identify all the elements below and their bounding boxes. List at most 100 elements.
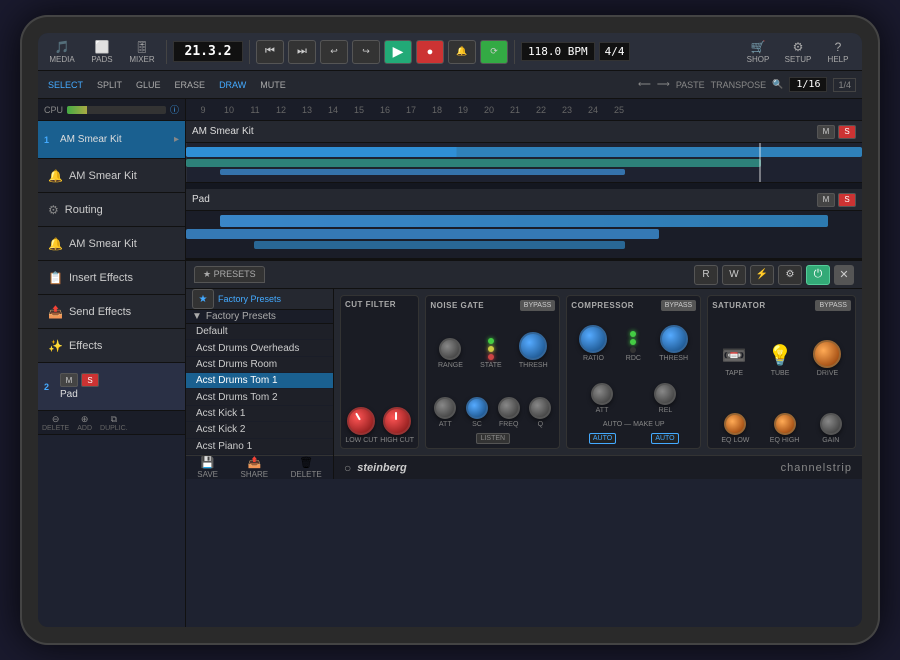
preset-room[interactable]: Acst Drums Room <box>186 357 333 373</box>
loop-button[interactable]: ⟳ <box>480 40 508 64</box>
sat-tape-group: 📼 TAPE <box>722 343 747 377</box>
preset-default[interactable]: Default <box>186 324 333 340</box>
comp-att-knob[interactable] <box>591 383 613 405</box>
plugin-power-button[interactable]: ⏻ <box>806 265 830 285</box>
glue-tool[interactable]: GLUE <box>132 78 165 92</box>
bpm-display[interactable]: 118.0 BPM <box>521 42 595 61</box>
preset-overheads[interactable]: Acst Drums Overheads <box>186 340 333 356</box>
help-button[interactable]: ? HELP <box>820 36 856 68</box>
track-item-2[interactable]: 2 M S Pad <box>38 363 185 411</box>
ng-thresh-knob[interactable] <box>519 332 547 360</box>
ng-sc-knob[interactable] <box>466 397 488 419</box>
track-2-mute-btn-2[interactable]: M <box>817 193 835 207</box>
record-button[interactable]: ● <box>416 40 444 64</box>
redo-button[interactable]: ↪ <box>352 40 380 64</box>
comp-rel-knob[interactable] <box>654 383 676 405</box>
nav-item-send-effects[interactable]: 📤 Send Effects <box>38 295 185 329</box>
ng-freq-knob[interactable] <box>498 397 520 419</box>
time-sig-display[interactable]: 4/4 <box>599 42 631 61</box>
preset-kick1[interactable]: Acst Kick 1 <box>186 406 333 422</box>
sat-drive-knob[interactable] <box>813 340 841 368</box>
sat-gain-knob[interactable] <box>820 413 842 435</box>
tape-icon[interactable]: 📼 <box>722 343 747 368</box>
nav-item-insert-effects[interactable]: 📋 Insert Effects <box>38 261 185 295</box>
nav-item-amsmearkit-2[interactable]: 🔔 AM Smear Kit <box>38 227 185 261</box>
track-2-midi-row[interactable] <box>186 211 862 259</box>
media-button[interactable]: 🎵 MEDIA <box>44 36 80 68</box>
grid-select[interactable]: 1/4 <box>833 78 856 92</box>
preset-tom2[interactable]: Acst Drums Tom 2 <box>186 389 333 405</box>
track-1-solo-btn[interactable]: S <box>838 125 856 139</box>
play-button[interactable]: ▶ <box>384 40 412 64</box>
comp-thresh-knob[interactable] <box>660 325 688 353</box>
preset-kick2[interactable]: Acst Kick 2 <box>186 422 333 438</box>
add-track-button[interactable]: ⊕ ADD <box>77 414 92 432</box>
bar-10: 10 <box>216 105 242 115</box>
track-2-record[interactable]: S <box>81 373 99 387</box>
high-cut-knob[interactable] <box>383 407 411 435</box>
quantize-display[interactable]: 1/16 <box>789 77 827 92</box>
shop-button[interactable]: 🛒 SHOP <box>740 36 776 68</box>
mixer-button[interactable]: 🎚 MIXER <box>124 36 160 68</box>
comp-ratio-knob[interactable] <box>579 325 607 353</box>
bar-21: 21 <box>502 105 528 115</box>
duplicate-track-button[interactable]: ⧉ DUPLIC. <box>100 414 128 432</box>
draw-tool[interactable]: DRAW <box>215 78 250 92</box>
track-1-header: AM Smear Kit M S <box>186 121 862 143</box>
tube-icon[interactable]: 💡 <box>768 343 793 368</box>
delete-track-button[interactable]: ⊖ DELETE <box>42 414 69 432</box>
setup-button[interactable]: ⚙ SETUP <box>780 36 816 68</box>
sat-eqhigh-knob[interactable] <box>774 413 796 435</box>
sat-eqlow-knob[interactable] <box>724 413 746 435</box>
forward-button[interactable]: ⏭ <box>288 40 316 64</box>
nav-item-amsmearkit-1[interactable]: 🔔 AM Smear Kit <box>38 159 185 193</box>
rewind-button[interactable]: ⏮ <box>256 40 284 64</box>
track-1-settings-icon[interactable]: ▸ <box>174 134 179 145</box>
bypass-all-button[interactable]: ⚡ <box>750 265 774 285</box>
plugin-settings-btn[interactable]: ⚙ <box>778 265 802 285</box>
mute-tool[interactable]: MUTE <box>256 78 290 92</box>
track-2-mute[interactable]: M <box>60 373 78 387</box>
ng-att-knob[interactable] <box>434 397 456 419</box>
track-item-1[interactable]: 1 AM Smear Kit ▸ <box>38 121 185 159</box>
share-preset-button[interactable]: 📤 SHARE <box>241 456 269 479</box>
preset-tom1[interactable]: Acst Drums Tom 1 <box>186 373 333 389</box>
listen-button[interactable]: LISTEN <box>476 433 511 444</box>
metronome-button[interactable]: 🔔 <box>448 40 476 64</box>
comp-att-group: ATT <box>591 383 613 414</box>
noise-gate-bypass[interactable]: BYPASS <box>520 300 556 311</box>
delete-preset-button[interactable]: 🗑 DELETE <box>291 456 322 479</box>
saturator-bypass[interactable]: BYPASS <box>815 300 851 311</box>
ng-q-knob[interactable] <box>529 397 551 419</box>
ng-range-knob[interactable] <box>439 338 461 360</box>
nav-item-effects[interactable]: ✨ Effects <box>38 329 185 363</box>
low-cut-knob[interactable] <box>347 407 375 435</box>
split-tool[interactable]: SPLIT <box>93 78 126 92</box>
r-button[interactable]: R <box>694 265 718 285</box>
erase-tool[interactable]: ERASE <box>171 78 210 92</box>
compressor-bypass[interactable]: BYPASS <box>661 300 697 311</box>
preset-piano1[interactable]: Acst Piano 1 <box>186 439 333 455</box>
steinberg-circle-logo: ○ <box>344 461 351 475</box>
bar-20: 20 <box>476 105 502 115</box>
nav-item-routing[interactable]: ⚙ Routing <box>38 193 185 227</box>
auto-button[interactable]: AUTO <box>589 433 616 444</box>
track-1-midi-row[interactable] <box>186 143 862 183</box>
plugin-close-button[interactable]: ✕ <box>834 265 854 285</box>
w-button[interactable]: W <box>722 265 746 285</box>
track-2-solo-btn-2[interactable]: S <box>838 193 856 207</box>
select-tool[interactable]: SELECT <box>44 78 87 92</box>
track-1-mute-btn[interactable]: M <box>817 125 835 139</box>
pads-button[interactable]: ⬜ PADS <box>84 36 120 68</box>
low-cut-group: LOW CUT <box>345 407 377 444</box>
makeup-auto-button[interactable]: AUTO <box>651 433 678 444</box>
sat-gain-label: GAIN <box>822 437 839 444</box>
send-icon: 📤 <box>48 305 63 319</box>
undo-button[interactable]: ↩ <box>320 40 348 64</box>
top-toolbar: 🎵 MEDIA ⬜ PADS 🎚 MIXER 21.3.2 ⏮ ⏭ ↩ ↪ ▶ … <box>38 33 862 71</box>
ng-q-label: Q <box>538 421 543 428</box>
star-btn[interactable]: ★ <box>192 289 214 309</box>
cpu-icon: ⓘ <box>170 103 179 116</box>
presets-tab[interactable]: ★ PRESETS <box>194 266 265 283</box>
save-preset-button[interactable]: 💾 SAVE <box>197 456 218 479</box>
